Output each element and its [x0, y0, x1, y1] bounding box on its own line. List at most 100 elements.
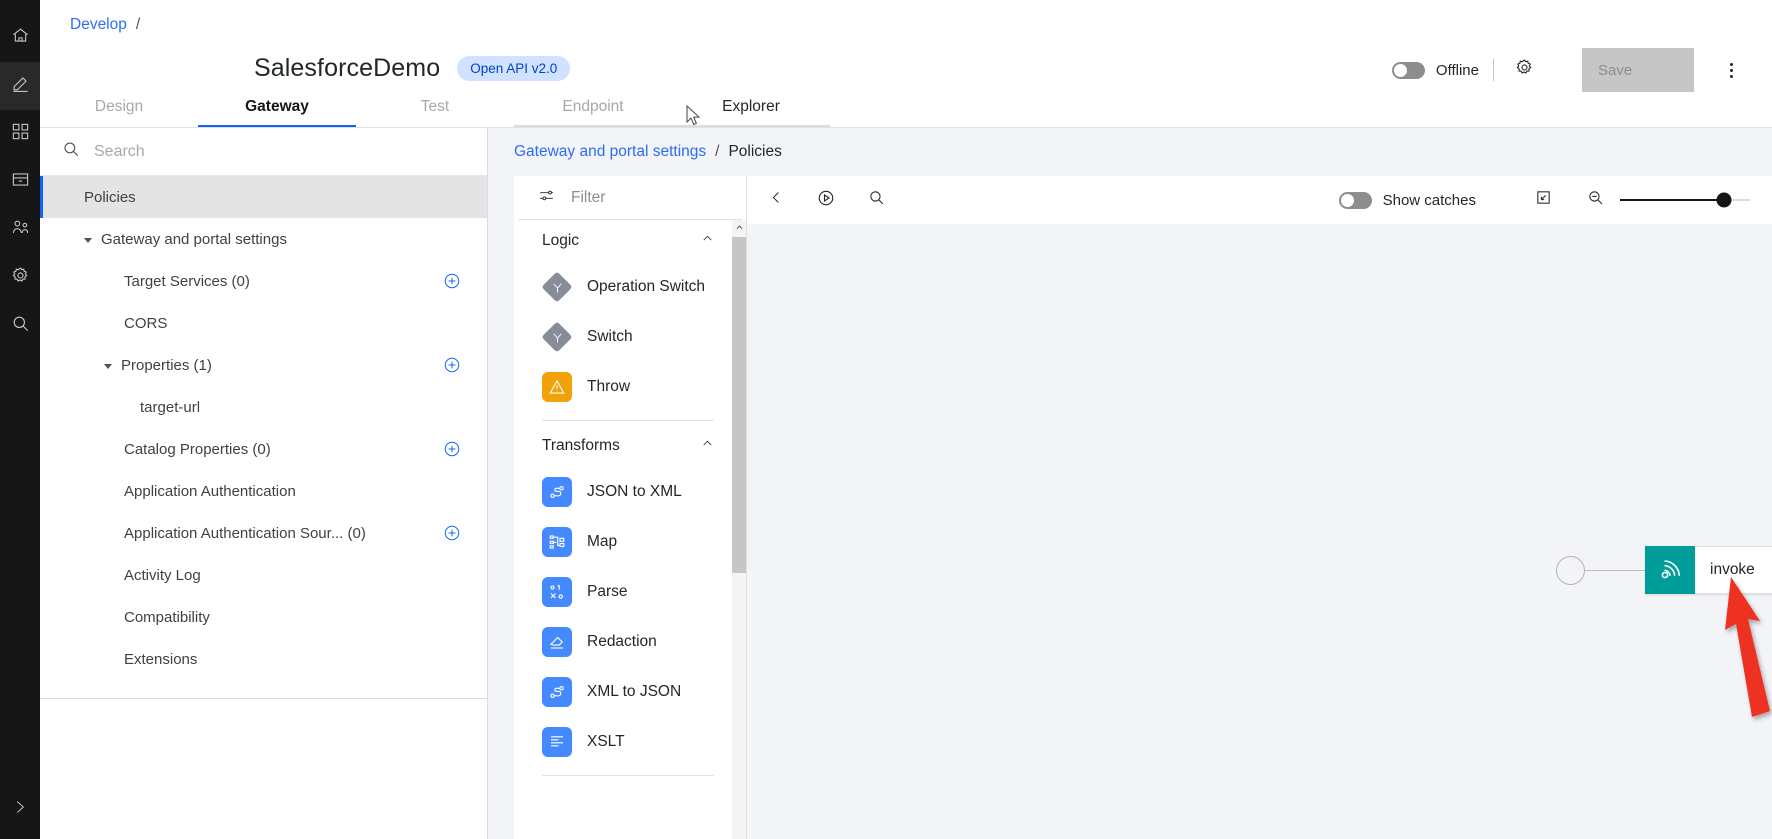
- breadcrumb-link-gateway-settings[interactable]: Gateway and portal settings: [514, 143, 706, 161]
- throw-warning-icon: [542, 372, 572, 402]
- overflow-menu-icon[interactable]: [1714, 53, 1748, 87]
- red-annotation-arrow: [1722, 574, 1772, 724]
- offline-label: Offline: [1436, 62, 1479, 79]
- flow-start-node[interactable]: [1556, 556, 1585, 585]
- breadcrumb-current: Policies: [728, 143, 781, 161]
- scroll-up-button[interactable]: [732, 220, 746, 235]
- sidebar-item-compatibility[interactable]: Compatibility: [40, 596, 487, 638]
- sidebar-item-gateway-and-portal-settings[interactable]: Gateway and portal settings: [40, 218, 487, 260]
- palette-item-label: Parse: [587, 583, 628, 601]
- palette-item-throw[interactable]: Throw: [514, 362, 732, 412]
- show-catches-label: Show catches: [1383, 192, 1476, 209]
- fit-to-screen-button[interactable]: [1528, 185, 1558, 215]
- show-catches-toggle[interactable]: [1339, 192, 1372, 209]
- sidebar-item-activity-log[interactable]: Activity Log: [40, 554, 487, 596]
- invoke-signal-icon[interactable]: [1645, 546, 1695, 594]
- sidebar-item-policies[interactable]: Policies: [40, 176, 487, 218]
- palette-group-logic[interactable]: Logic: [514, 220, 732, 262]
- rail-item-members[interactable]: [0, 206, 40, 254]
- sidebar-item-extensions[interactable]: Extensions: [40, 638, 487, 680]
- canvas-back-button[interactable]: [761, 185, 791, 215]
- fit-to-screen-icon: [1535, 189, 1552, 211]
- sidebar-item-catalog-properties[interactable]: Catalog Properties (0): [40, 428, 487, 470]
- policy-palette: Logic Operation Switch: [514, 176, 747, 839]
- header-settings-button[interactable]: [1508, 54, 1540, 86]
- breadcrumb-separator: /: [136, 16, 140, 34]
- xml-to-json-icon: [542, 677, 572, 707]
- flow-node-label[interactable]: invoke: [1695, 546, 1772, 594]
- header-actions: Offline Save: [1392, 48, 1748, 92]
- chevron-up-icon[interactable]: [701, 437, 714, 455]
- palette-item-switch[interactable]: Switch: [514, 312, 732, 362]
- filter-input[interactable]: [571, 189, 722, 207]
- sidebar-item-target-url[interactable]: target-url: [40, 386, 487, 428]
- rail-item-apps[interactable]: [0, 110, 40, 158]
- palette-scroll-area: Logic Operation Switch: [514, 220, 746, 839]
- offline-toggle[interactable]: [1392, 62, 1425, 79]
- rail-item-develop[interactable]: [0, 62, 40, 110]
- zoom-slider[interactable]: [1620, 199, 1750, 201]
- canvas-search-button[interactable]: [861, 185, 891, 215]
- policy-editor: Logic Operation Switch: [488, 176, 1772, 839]
- palette-item-xml-to-json[interactable]: XML to JSON: [514, 667, 732, 717]
- search-input[interactable]: [94, 143, 465, 161]
- search-icon: [868, 189, 885, 211]
- palette-item-json-to-xml[interactable]: JSON to XML: [514, 467, 732, 517]
- zoom-out-button[interactable]: [1580, 185, 1610, 215]
- nav-item-label: Compatibility: [124, 609, 210, 626]
- nav-item-label: target-url: [140, 399, 200, 416]
- palette-item-label: Map: [587, 533, 617, 551]
- flow-node-invoke[interactable]: invoke: [1645, 546, 1772, 594]
- rail-item-search[interactable]: [0, 302, 40, 350]
- nav-divider: [40, 698, 487, 699]
- sidebar-item-application-authentication[interactable]: Application Authentication: [40, 470, 487, 512]
- tab-explorer[interactable]: Explorer: [672, 98, 830, 127]
- palette-divider: [542, 775, 714, 776]
- palette-item-xslt[interactable]: XSLT: [514, 717, 732, 767]
- rail-expand-button[interactable]: [0, 791, 40, 827]
- rail-item-settings[interactable]: [0, 254, 40, 302]
- sidebar-item-application-authentication-source[interactable]: Application Authentication Sour... (0): [40, 512, 487, 554]
- palette-scrollbar[interactable]: [732, 220, 746, 839]
- add-icon[interactable]: [443, 524, 461, 542]
- palette-item-parse[interactable]: Parse: [514, 567, 732, 617]
- tab-endpoint[interactable]: Endpoint: [514, 98, 672, 127]
- nav-item-label: Extensions: [124, 651, 197, 668]
- nav-item-label: CORS: [124, 315, 167, 332]
- home-icon: [11, 26, 30, 50]
- add-icon[interactable]: [443, 356, 461, 374]
- scrollbar-thumb[interactable]: [732, 237, 746, 573]
- flow-canvas[interactable]: invoke: [747, 224, 1772, 839]
- palette-group-transforms[interactable]: Transforms: [514, 425, 732, 467]
- zoom-slider-knob[interactable]: [1717, 193, 1732, 208]
- tab-test[interactable]: Test: [356, 98, 514, 127]
- pencil-icon: [11, 74, 30, 98]
- palette-filter-row: [518, 176, 742, 220]
- canvas-play-button[interactable]: [811, 185, 841, 215]
- palette-item-operation-switch[interactable]: Operation Switch: [514, 262, 732, 312]
- add-icon[interactable]: [443, 440, 461, 458]
- palette-item-redaction[interactable]: Redaction: [514, 617, 732, 667]
- users-icon: [11, 218, 30, 242]
- api-version-badge: Open API v2.0: [457, 56, 570, 81]
- breadcrumb-link-develop[interactable]: Develop: [70, 16, 127, 34]
- tab-gateway[interactable]: Gateway: [198, 98, 356, 127]
- sidebar-item-cors[interactable]: CORS: [40, 302, 487, 344]
- filter-sliders-icon: [538, 187, 555, 209]
- sidebar-item-properties[interactable]: Properties (1): [40, 344, 487, 386]
- add-icon[interactable]: [443, 272, 461, 290]
- top-breadcrumb: Develop /: [70, 16, 140, 34]
- palette-group-label: Logic: [542, 232, 579, 250]
- left-icon-rail: [0, 0, 40, 839]
- sidebar-item-target-services[interactable]: Target Services (0): [40, 260, 487, 302]
- flow-canvas-panel: Show catches: [747, 176, 1772, 839]
- save-button[interactable]: Save: [1582, 48, 1694, 92]
- nav-item-label: Activity Log: [124, 567, 201, 584]
- rail-item-resources[interactable]: [0, 158, 40, 206]
- palette-item-map[interactable]: Map: [514, 517, 732, 567]
- content-area: Gateway and portal settings / Policies: [488, 128, 1772, 839]
- chevron-up-icon[interactable]: [701, 232, 714, 250]
- palette-item-label: Operation Switch: [587, 278, 705, 296]
- tab-design[interactable]: Design: [40, 98, 198, 127]
- rail-item-home[interactable]: [0, 14, 40, 62]
